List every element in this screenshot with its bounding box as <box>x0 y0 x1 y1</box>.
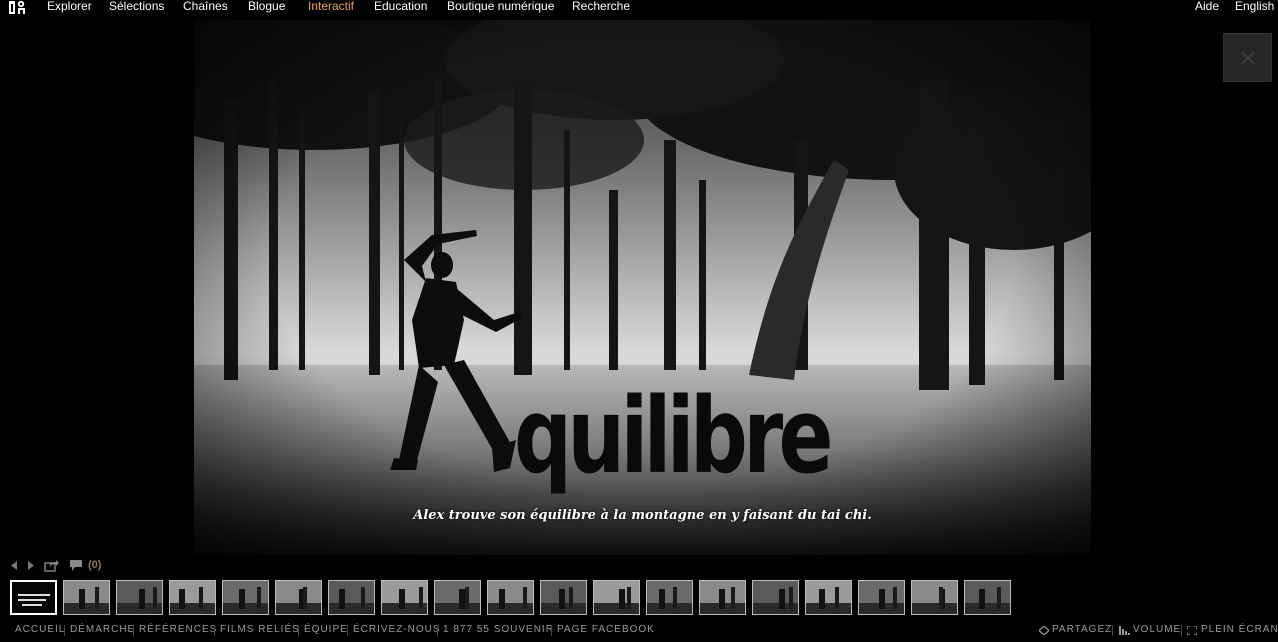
footer-divider <box>133 625 134 636</box>
nav-item-interactif[interactable]: Interactif <box>308 0 354 13</box>
thumbnail-item[interactable] <box>328 580 375 615</box>
close-button[interactable] <box>1223 33 1272 82</box>
footer-divider <box>1181 625 1182 636</box>
footer-link-phone[interactable]: 1 877 55 SOUVENIR <box>443 623 554 637</box>
thumbnail-item[interactable] <box>116 580 163 615</box>
footer-link-accueil[interactable]: ACCUEIL <box>15 623 65 637</box>
volume-control[interactable]: VOLUME <box>1133 623 1181 637</box>
footer-divider <box>551 625 552 636</box>
next-arrow-icon[interactable] <box>27 561 35 570</box>
nav-item-education[interactable]: Education <box>374 0 427 13</box>
thumbnail-item[interactable] <box>593 580 640 615</box>
nav-item-english[interactable]: English <box>1235 0 1274 13</box>
footer-divider <box>1112 625 1113 636</box>
nav-item-chaines[interactable]: Chaînes <box>183 0 228 13</box>
footer-link-demarche[interactable]: DÉMARCHE <box>70 623 135 637</box>
thumbnail-item[interactable] <box>222 580 269 615</box>
thumbnail-item[interactable] <box>487 580 534 615</box>
footer-link-ecrivez-nous[interactable]: ÉCRIVEZ-NOUS <box>353 623 441 637</box>
footer-link-equipe[interactable]: ÉQUIPE <box>304 623 348 637</box>
thumbnail-item[interactable] <box>858 580 905 615</box>
nav-item-aide[interactable]: Aide <box>1195 0 1219 13</box>
thumbnail-item[interactable] <box>699 580 746 615</box>
footer-divider <box>298 625 299 636</box>
share-link[interactable]: PARTAGEZ <box>1052 623 1112 637</box>
thumbnail-item[interactable] <box>540 580 587 615</box>
slide-caption: Alex trouve son équilibre à la montagne … <box>413 508 872 523</box>
footer-link-films-relies[interactable]: FILMS RELIÉS <box>220 623 300 637</box>
nav-item-blogue[interactable]: Blogue <box>248 0 285 13</box>
bottom-bar: ACCUEIL DÉMARCHE RÉFÉRENCES FILMS RELIÉS… <box>0 623 1278 638</box>
comment-icon[interactable] <box>69 559 83 572</box>
thumbnail-item[interactable] <box>434 580 481 615</box>
nav-item-selections[interactable]: Sélections <box>109 0 164 13</box>
comment-count: (0) <box>88 559 102 571</box>
close-icon <box>1241 51 1255 65</box>
top-navigation: Explorer Sélections Chaînes Blogue Inter… <box>0 0 1278 14</box>
nfb-logo-icon[interactable] <box>9 0 27 14</box>
slide-photo: quilibre Alex trouve son équilibre à la … <box>194 20 1091 555</box>
fullscreen-button[interactable]: PLEIN ÉCRAN <box>1201 623 1278 637</box>
thumbnail-item[interactable] <box>10 580 57 615</box>
share-icon[interactable] <box>44 559 59 572</box>
thumbnail-item[interactable] <box>805 580 852 615</box>
thumbnail-item[interactable] <box>911 580 958 615</box>
nav-item-explorer[interactable]: Explorer <box>47 0 92 13</box>
footer-link-facebook[interactable]: PAGE FACEBOOK <box>557 623 655 637</box>
fullscreen-icon <box>1187 626 1197 635</box>
footer-divider <box>64 625 65 636</box>
thumbnail-item[interactable] <box>63 580 110 615</box>
slide-title-word: quilibre <box>514 375 834 497</box>
thumbnail-item[interactable] <box>169 580 216 615</box>
footer-divider <box>347 625 348 636</box>
footer-link-references[interactable]: RÉFÉRENCES <box>139 623 217 637</box>
nav-item-boutique[interactable]: Boutique numérique <box>447 0 554 13</box>
footer-divider <box>214 625 215 636</box>
share-arrows-icon <box>1039 626 1049 635</box>
thumbnail-item[interactable] <box>752 580 799 615</box>
thumbnail-item[interactable] <box>964 580 1011 615</box>
thumbnail-item[interactable] <box>381 580 428 615</box>
prev-arrow-icon[interactable] <box>10 561 18 570</box>
nav-item-recherche[interactable]: Recherche <box>572 0 630 13</box>
volume-icon <box>1119 626 1130 635</box>
footer-divider <box>437 625 438 636</box>
thumbnail-item[interactable] <box>275 580 322 615</box>
thumbnail-item[interactable] <box>646 580 693 615</box>
